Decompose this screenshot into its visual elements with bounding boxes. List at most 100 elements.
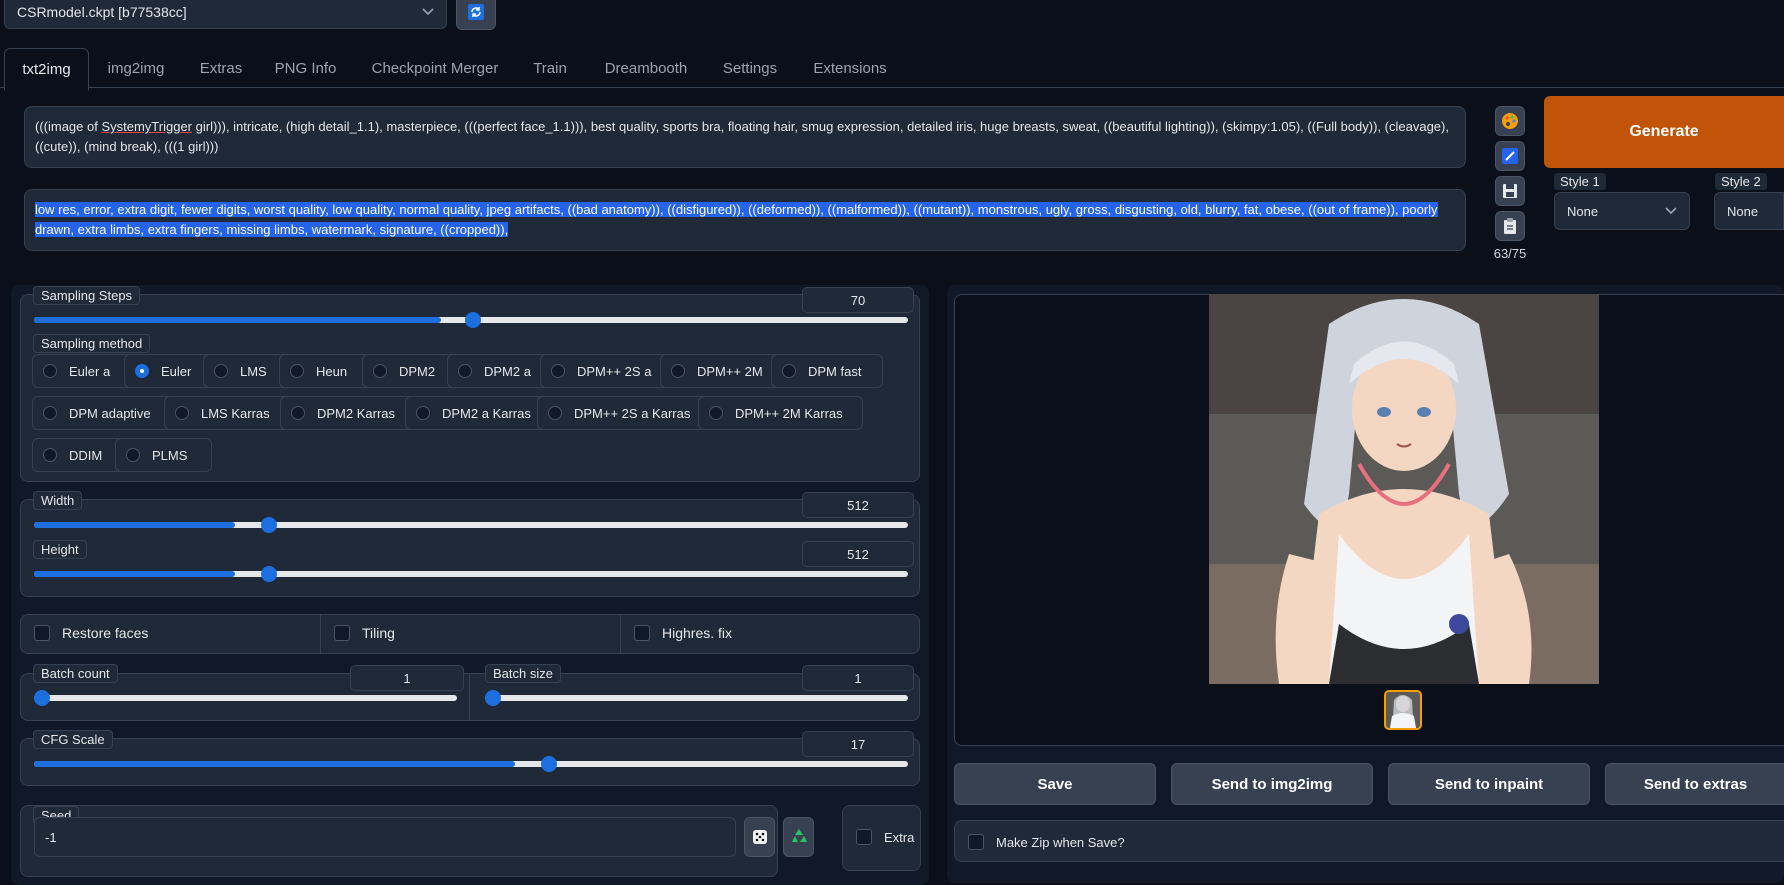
dimensions-group: [20, 499, 920, 597]
generate-button[interactable]: Generate: [1544, 96, 1784, 168]
paste-button[interactable]: [1495, 211, 1525, 241]
checkbox-box: [634, 625, 650, 641]
width-slider[interactable]: [34, 517, 908, 533]
batch-size-slider[interactable]: [485, 690, 908, 706]
sampler-lms-karras[interactable]: LMS Karras: [164, 396, 293, 430]
width-input[interactable]: 512: [802, 492, 914, 518]
width-thumb[interactable]: [261, 517, 277, 533]
prompt-text-start: (((image of: [35, 119, 102, 134]
sampling-steps-input[interactable]: 70: [802, 287, 914, 313]
checkbox-box: [856, 829, 872, 845]
sampling-steps-thumb[interactable]: [465, 312, 481, 328]
style2-select[interactable]: None: [1714, 192, 1784, 230]
style2-value: None: [1727, 203, 1759, 219]
batch-count-input[interactable]: 1: [350, 665, 464, 691]
options-row: [20, 614, 920, 654]
tiling-label: Tiling: [362, 625, 395, 641]
style2-label: Style 2: [1715, 173, 1767, 190]
sampler-label: DPM2 Karras: [317, 405, 396, 421]
floppy-disk-icon: [1503, 184, 1517, 198]
radio-dot: [671, 364, 685, 378]
checkbox-pencil-icon: [1502, 148, 1518, 164]
tab-dreambooth[interactable]: Dreambooth: [593, 48, 699, 88]
restore-faces-checkbox[interactable]: Restore faces: [34, 625, 148, 641]
tab-txt2img[interactable]: txt2img: [4, 48, 89, 91]
cfg-scale-slider[interactable]: [34, 756, 908, 772]
height-input[interactable]: 512: [802, 541, 914, 567]
send-to-extras-button[interactable]: Send to extras: [1605, 763, 1784, 805]
prompt-text-end: girl))), intricate, (high detail_1.1), m…: [35, 119, 1449, 154]
send-to-inpaint-button[interactable]: Send to inpaint: [1388, 763, 1590, 805]
height-slider[interactable]: [34, 566, 908, 582]
model-select[interactable]: CSRmodel.ckpt [b77538cc]: [4, 0, 447, 29]
prompt-text-misspelled: SystemyTrigger: [101, 119, 193, 134]
radio-dot: [291, 406, 305, 420]
sampler-dpmpp-2m[interactable]: DPM++ 2M: [660, 354, 785, 388]
sampler-dpmpp-2s-a-karras[interactable]: DPM++ 2S a Karras: [537, 396, 710, 430]
sampler-dpm2-a-karras[interactable]: DPM2 a Karras: [405, 396, 550, 430]
cfg-scale-input[interactable]: 17: [802, 731, 914, 757]
sampler-label: LMS Karras: [201, 405, 270, 421]
sampler-label: LMS: [240, 363, 267, 379]
tiling-checkbox[interactable]: Tiling: [334, 625, 395, 641]
tab-extras[interactable]: Extras: [186, 48, 256, 88]
tab-img2img[interactable]: img2img: [95, 48, 177, 88]
batch-size-thumb[interactable]: [485, 690, 501, 706]
send-to-img2img-button[interactable]: Send to img2img: [1171, 763, 1373, 805]
batch-count-slider[interactable]: [34, 690, 457, 706]
sampler-dpmpp-2s-a[interactable]: DPM++ 2S a: [540, 354, 674, 388]
batch-size-input[interactable]: 1: [802, 665, 914, 691]
save-button[interactable]: Save: [954, 763, 1156, 805]
tab-extensions[interactable]: Extensions: [802, 48, 898, 88]
tab-png-info[interactable]: PNG Info: [262, 48, 349, 88]
width-label: Width: [33, 491, 83, 510]
negative-prompt-text: low res, error, extra digit, fewer digit…: [35, 202, 1438, 237]
checkbox-box: [34, 625, 50, 641]
reuse-seed-button[interactable]: [783, 817, 814, 857]
extra-seed-checkbox[interactable]: Extra: [856, 829, 914, 845]
refresh-icon: [468, 4, 484, 20]
style1-select[interactable]: None: [1554, 192, 1690, 230]
save-style-button[interactable]: [1495, 176, 1525, 206]
sampler-plms[interactable]: PLMS: [115, 438, 212, 472]
negative-prompt-input[interactable]: low res, error, extra digit, fewer digit…: [24, 189, 1466, 251]
batch-count-thumb[interactable]: [34, 690, 50, 706]
apply-style-button[interactable]: [1495, 141, 1525, 171]
cfg-scale-fill: [34, 761, 515, 767]
refresh-models-button[interactable]: [456, 0, 496, 30]
height-fill: [34, 571, 235, 577]
height-thumb[interactable]: [261, 566, 277, 582]
sampler-euler-a[interactable]: Euler a: [32, 354, 138, 388]
gallery-thumbnail[interactable]: [1384, 690, 1422, 730]
sampler-ddim[interactable]: DDIM: [32, 438, 128, 472]
make-zip-checkbox[interactable]: Make Zip when Save?: [968, 834, 1125, 850]
cfg-scale-thumb[interactable]: [541, 756, 557, 772]
radio-dot: [43, 406, 57, 420]
tab-train[interactable]: Train: [520, 48, 580, 88]
sampler-label: DPM adaptive: [69, 405, 151, 421]
highres-fix-label: Highres. fix: [662, 625, 733, 641]
interrogate-button[interactable]: [1495, 106, 1525, 136]
model-select-value: CSRmodel.ckpt [b77538cc]: [17, 3, 187, 20]
main-tabs: txt2img img2img Extras PNG Info Checkpoi…: [0, 48, 1784, 91]
sampler-dpm-fast[interactable]: DPM fast: [771, 354, 883, 388]
tab-settings[interactable]: Settings: [710, 48, 790, 88]
sampler-dpm2-a[interactable]: DPM2 a: [447, 354, 553, 388]
divider: [620, 614, 621, 654]
highres-fix-checkbox[interactable]: Highres. fix: [634, 625, 732, 641]
chevron-down-icon: [1665, 207, 1677, 215]
prompt-input[interactable]: (((image of SystemyTrigger girl))), intr…: [24, 106, 1466, 168]
random-seed-button[interactable]: [744, 817, 775, 857]
sampler-dpm2-karras[interactable]: DPM2 Karras: [280, 396, 419, 430]
style1-label: Style 1: [1554, 173, 1606, 190]
radio-dot: [126, 448, 140, 462]
radio-dot: [709, 406, 723, 420]
sampler-heun[interactable]: Heun: [279, 354, 375, 388]
seed-input[interactable]: -1: [34, 817, 736, 857]
sampling-steps-slider[interactable]: [34, 312, 908, 328]
sampler-dpmpp-2m-karras[interactable]: DPM++ 2M Karras: [698, 396, 863, 430]
radio-dot: [43, 448, 57, 462]
tab-checkpoint-merger[interactable]: Checkpoint Merger: [360, 48, 510, 88]
generated-image[interactable]: [1209, 294, 1599, 684]
sampler-dpm-adaptive[interactable]: DPM adaptive: [32, 396, 175, 430]
